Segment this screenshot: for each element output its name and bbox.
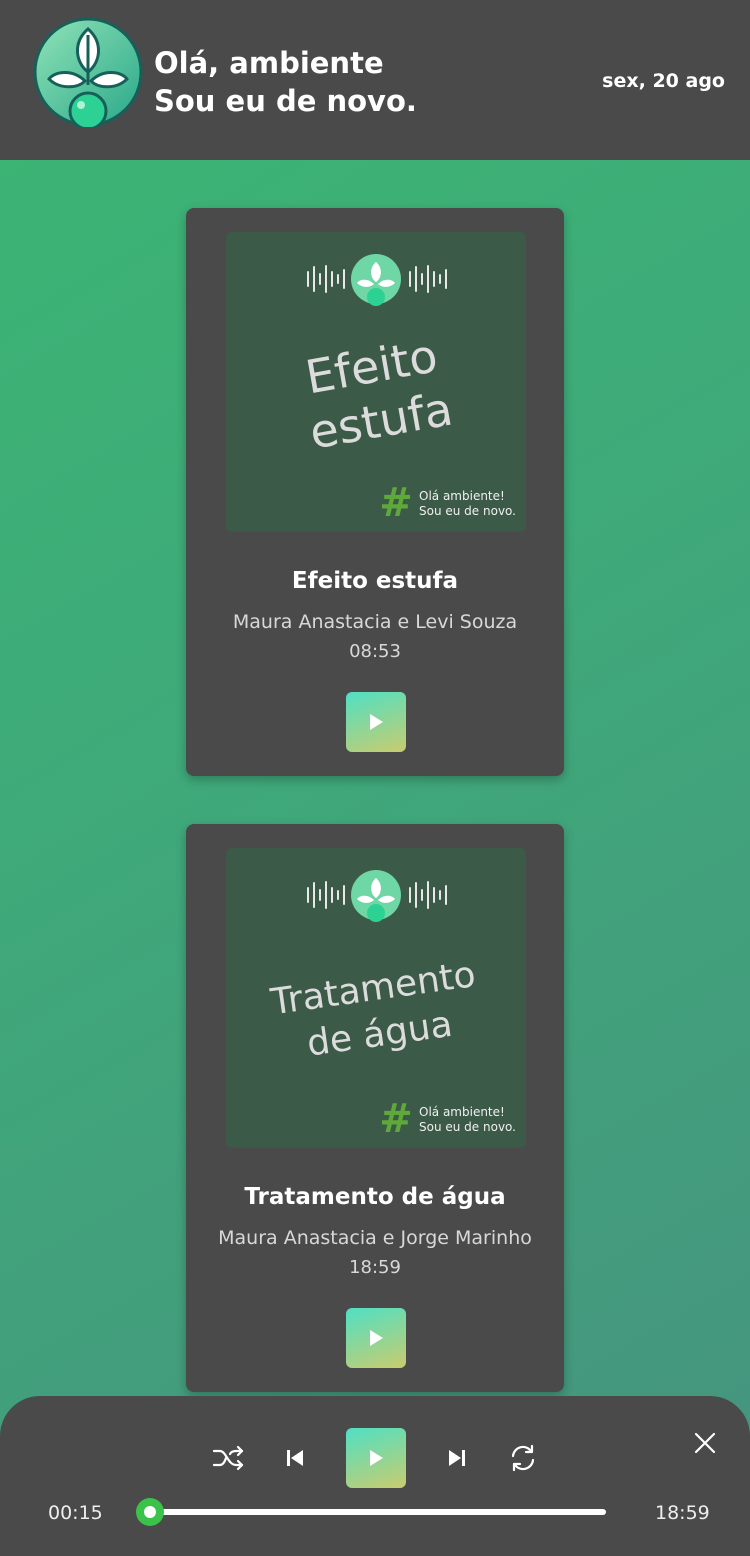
play-icon (370, 714, 383, 730)
episode-cover: Tratamento de água # Olá ambiente! Sou e… (226, 848, 526, 1148)
greeting-line2: Sou eu de novo. (154, 84, 417, 118)
player-play-button[interactable] (346, 1428, 406, 1488)
greeting: Olá, ambiente Sou eu de novo. (154, 44, 417, 120)
episode-title: Tratamento de água (244, 1184, 506, 1210)
svg-text:Olá ambiente!: Olá ambiente! (419, 489, 505, 503)
shuffle-icon (212, 1445, 244, 1471)
repeat-button[interactable] (505, 1440, 541, 1476)
repeat-icon (511, 1444, 535, 1472)
episode-card: Efeito estufa # Olá ambiente! Sou eu de … (186, 208, 564, 776)
current-date: sex, 20 ago (602, 70, 725, 92)
episode-duration: 08:53 (349, 641, 401, 662)
episode-authors: Maura Anastacia e Levi Souza (232, 611, 518, 633)
total-time: 18:59 (655, 1502, 710, 1524)
play-icon (370, 1330, 383, 1346)
close-icon (694, 1432, 716, 1454)
app-header: Olá, ambiente Sou eu de novo. sex, 20 ag… (0, 0, 750, 160)
episode-title: Efeito estufa (291, 568, 459, 594)
next-icon (449, 1450, 465, 1466)
svg-text:Olá ambiente!: Olá ambiente! (419, 1105, 505, 1119)
cover-art: Efeito estufa # Olá ambiente! Sou eu de … (302, 254, 516, 526)
previous-icon (287, 1450, 303, 1466)
episode-cover: Efeito estufa # Olá ambiente! Sou eu de … (226, 232, 526, 532)
play-episode-button[interactable] (346, 692, 406, 752)
greeting-line1: Olá, ambiente (154, 46, 384, 80)
svg-text:Sou eu de novo.: Sou eu de novo. (419, 1120, 516, 1134)
audio-player: 00:15 18:59 (0, 1396, 750, 1556)
cover-art: Tratamento de água # Olá ambiente! Sou e… (267, 870, 516, 1142)
close-player-button[interactable] (690, 1428, 720, 1458)
progress-track[interactable] (150, 1509, 606, 1515)
current-time: 00:15 (48, 1502, 103, 1524)
episode-duration: 18:59 (349, 1257, 401, 1278)
plant-flask-logo (33, 17, 143, 127)
episode-authors: Maura Anastacia e Jorge Marinho (218, 1227, 532, 1249)
episode-card: Tratamento de água # Olá ambiente! Sou e… (186, 824, 564, 1392)
progress-handle[interactable] (136, 1498, 164, 1526)
svg-text:#: # (379, 1096, 413, 1142)
next-button[interactable] (442, 1440, 472, 1476)
svg-text:#: # (379, 480, 413, 526)
previous-button[interactable] (280, 1440, 310, 1476)
play-episode-button[interactable] (346, 1308, 406, 1368)
play-icon (370, 1450, 383, 1466)
svg-text:Sou eu de novo.: Sou eu de novo. (419, 504, 516, 518)
shuffle-button[interactable] (210, 1440, 246, 1476)
